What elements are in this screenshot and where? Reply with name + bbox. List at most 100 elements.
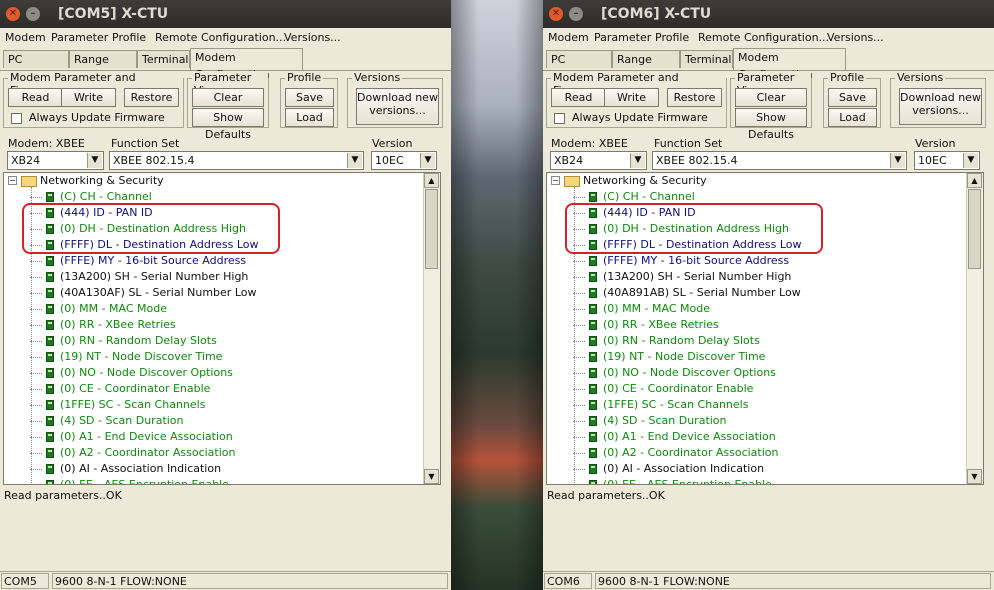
tab-pc-settings[interactable]: PC Settings — [3, 50, 69, 83]
tree-connector — [30, 293, 42, 294]
save-button[interactable]: Save — [285, 88, 334, 107]
show-defaults-button[interactable]: Show Defaults — [735, 108, 807, 141]
vertical-scrollbar[interactable]: ▲ ▼ — [423, 173, 440, 484]
close-icon[interactable]: ✕ — [6, 7, 20, 21]
tab-strip: PC Settings Range Test Terminal Modem Co… — [543, 48, 994, 83]
menu-parameter[interactable]: Parameter — [51, 31, 108, 44]
tree-row-label: (4) SD - Scan Duration — [603, 414, 727, 427]
parameter-icon — [46, 448, 54, 458]
clear-screen-button[interactable]: Clear Screen — [735, 88, 807, 121]
folder-icon — [21, 176, 37, 187]
tree-row-label: (0) AI - Association Indication — [60, 462, 222, 475]
always-update-checkbox[interactable] — [11, 113, 22, 124]
menu-versions[interactable]: Versions... — [284, 31, 341, 44]
tab-pc-settings[interactable]: PC Settings — [546, 50, 612, 83]
chevron-down-icon[interactable]: ▼ — [347, 153, 362, 168]
title-bar[interactable]: ✕ – [COM6] X-CTU — [543, 0, 994, 28]
group-label: Versions — [352, 71, 403, 84]
menu-versions[interactable]: Versions... — [827, 31, 884, 44]
download-versions-button[interactable]: Download new versions... — [899, 88, 982, 125]
clear-screen-button[interactable]: Clear Screen — [192, 88, 264, 121]
chevron-down-icon[interactable]: ▼ — [630, 153, 645, 168]
tree-row-label: (0) NO - Node Discover Options — [60, 366, 233, 379]
modem-select[interactable]: XB24 ▼ — [550, 151, 647, 170]
tab-range-test[interactable]: Range Test — [69, 50, 137, 83]
tab-modem-configuration[interactable]: Modem Configuration — [190, 48, 303, 81]
scroll-thumb[interactable] — [425, 189, 438, 269]
load-button[interactable]: Load — [285, 108, 334, 127]
group-modem-parameter-firmware: Modem Parameter and Firmware Read Write … — [546, 71, 727, 128]
tab-modem-configuration[interactable]: Modem Configuration — [733, 48, 846, 81]
tab-terminal[interactable]: Terminal — [137, 50, 190, 68]
collapse-icon[interactable]: − — [551, 176, 560, 185]
version-select[interactable]: 10EC ▼ — [371, 151, 437, 170]
read-button[interactable]: Read — [8, 88, 63, 107]
restore-button[interactable]: Restore — [667, 88, 722, 107]
show-defaults-button[interactable]: Show Defaults — [192, 108, 264, 141]
always-update-label: Always Update Firmware — [572, 111, 708, 124]
group-parameter-view: Parameter View Clear Screen Show Default… — [187, 71, 269, 141]
save-button[interactable]: Save — [828, 88, 877, 107]
tree-row-label: (0) RR - XBee Retries — [603, 318, 719, 331]
menu-parameter[interactable]: Parameter — [594, 31, 651, 44]
tree-connector — [573, 437, 585, 438]
tree-root-label[interactable]: Networking & Security — [40, 173, 164, 189]
tree-row-label: (0) MM - MAC Mode — [603, 302, 710, 315]
load-button[interactable]: Load — [828, 108, 877, 127]
vertical-scrollbar[interactable]: ▲ ▼ — [966, 173, 983, 484]
parameter-icon — [589, 320, 597, 330]
parameter-icon — [46, 352, 54, 362]
tree-connector — [573, 341, 585, 342]
restore-button[interactable]: Restore — [124, 88, 179, 107]
menu-bar: Modem Parameter Profile Remote Configura… — [0, 29, 451, 47]
menu-profile[interactable]: Profile — [112, 31, 146, 44]
tree-connector — [30, 357, 42, 358]
close-icon[interactable]: ✕ — [549, 7, 563, 21]
download-versions-button[interactable]: Download new versions... — [356, 88, 439, 125]
chevron-down-icon[interactable]: ▼ — [420, 153, 435, 168]
menu-modem[interactable]: Modem — [5, 31, 46, 44]
highlight-annotation — [22, 203, 280, 254]
always-update-checkbox[interactable] — [554, 113, 565, 124]
group-parameter-view: Parameter View Clear Screen Show Default… — [730, 71, 812, 141]
menu-modem[interactable]: Modem — [548, 31, 589, 44]
parameter-icon — [589, 256, 597, 266]
chevron-down-icon[interactable]: ▼ — [890, 153, 905, 168]
parameter-icon — [589, 336, 597, 346]
message-area: Read parameters..OK — [546, 487, 990, 567]
minimize-icon[interactable]: – — [569, 7, 583, 21]
write-button[interactable]: Write — [604, 88, 659, 107]
tree-connector — [30, 373, 42, 374]
menu-remote-configuration[interactable]: Remote Configuration... — [155, 31, 286, 44]
collapse-icon[interactable]: − — [8, 176, 17, 185]
menu-profile[interactable]: Profile — [655, 31, 689, 44]
tree-row-label: (FFFE) MY - 16-bit Source Address — [603, 254, 790, 267]
scroll-down-icon[interactable]: ▼ — [424, 469, 439, 484]
tab-range-test[interactable]: Range Test — [612, 50, 680, 83]
title-bar[interactable]: ✕ – [COM5] X-CTU — [0, 0, 451, 28]
version-select[interactable]: 10EC ▼ — [914, 151, 980, 170]
function-set-select[interactable]: XBEE 802.15.4 ▼ — [109, 151, 364, 170]
tree-connector — [573, 277, 585, 278]
modem-value: XB24 — [554, 154, 584, 167]
tree-root-label[interactable]: Networking & Security — [583, 173, 707, 189]
scroll-up-icon[interactable]: ▲ — [967, 173, 982, 188]
parameter-icon — [46, 192, 54, 202]
write-button[interactable]: Write — [61, 88, 116, 107]
minimize-icon[interactable]: – — [26, 7, 40, 21]
scroll-up-icon[interactable]: ▲ — [424, 173, 439, 188]
folder-icon — [564, 176, 580, 187]
scroll-thumb[interactable] — [968, 189, 981, 269]
parameter-icon — [589, 432, 597, 442]
tree-connector — [573, 197, 585, 198]
menu-remote-configuration[interactable]: Remote Configuration... — [698, 31, 829, 44]
function-set-select[interactable]: XBEE 802.15.4 ▼ — [652, 151, 907, 170]
modem-select[interactable]: XB24 ▼ — [7, 151, 104, 170]
chevron-down-icon[interactable]: ▼ — [963, 153, 978, 168]
scroll-down-icon[interactable]: ▼ — [967, 469, 982, 484]
chevron-down-icon[interactable]: ▼ — [87, 153, 102, 168]
read-button[interactable]: Read — [551, 88, 606, 107]
tab-terminal[interactable]: Terminal — [680, 50, 733, 68]
tree-row-label: (1FFE) SC - Scan Channels — [603, 398, 749, 411]
tree-connector — [30, 325, 42, 326]
